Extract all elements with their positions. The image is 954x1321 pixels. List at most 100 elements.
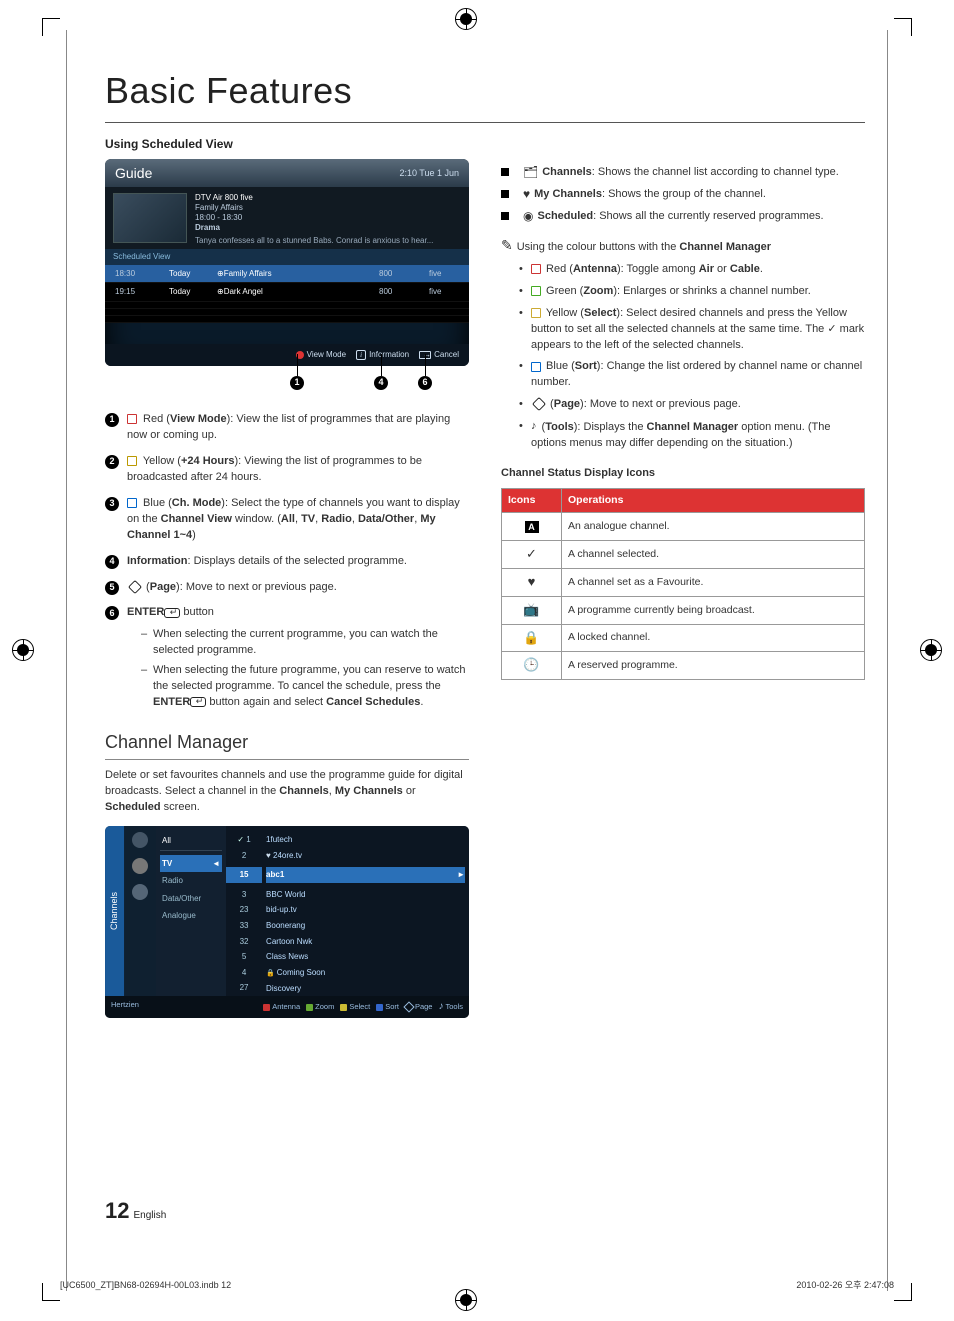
- cm-foot-sort[interactable]: Sort: [376, 1000, 399, 1015]
- cn-tools: ♪ (Tools): Displays the Channel Manager …: [501, 419, 865, 452]
- cm-num: 2: [226, 848, 262, 864]
- cm-type-analogue[interactable]: Analogue: [160, 907, 222, 925]
- page-diamond-icon: [532, 397, 546, 411]
- foot-information[interactable]: iInformation: [356, 349, 409, 361]
- callout-1: 1: [290, 376, 304, 390]
- cm-type-all[interactable]: All: [160, 832, 222, 851]
- legend-item-2: 2 Yellow (+24 Hours): Viewing the list o…: [105, 454, 469, 486]
- cm-num-selected: 15: [226, 867, 262, 883]
- cm-name[interactable]: Coming Soon: [266, 965, 465, 981]
- info-icon: i: [356, 350, 366, 360]
- cm-type-radio[interactable]: Radio: [160, 872, 222, 890]
- cm-foot-zoom[interactable]: Zoom: [306, 1000, 334, 1015]
- th-operations: Operations: [562, 488, 865, 512]
- cm-icon-column: [124, 826, 156, 996]
- page-title: Basic Features: [105, 70, 865, 112]
- table-row: 📺A programme currently being broadcast.: [502, 596, 865, 624]
- cn-page: (Page): Move to next or previous page.: [501, 397, 865, 413]
- cm-foot-page[interactable]: Page: [405, 1000, 433, 1015]
- cn-red: Red (Antenna): Toggle among Air or Cable…: [501, 262, 865, 278]
- analogue-icon: A: [525, 521, 539, 533]
- cm-intro: Delete or set favourites channels and us…: [105, 768, 469, 816]
- red-square-icon: [127, 414, 137, 424]
- cm-foot-antenna[interactable]: Antenna: [263, 1000, 300, 1015]
- tv-icon: 📺: [502, 596, 562, 624]
- footer-left: [UC6500_ZT]BN68-02694H-00L03.indb 12: [60, 1280, 231, 1290]
- cm-name[interactable]: Class News: [266, 949, 465, 965]
- guide-row[interactable]: 18:30 Today ⊕Family Affairs 800 five: [105, 265, 469, 284]
- cm-rule: [105, 759, 469, 760]
- guide-desc: Tanya confesses all to a stunned Babs. C…: [195, 236, 433, 246]
- cm-foot-select[interactable]: Select: [340, 1000, 370, 1015]
- cm-name[interactable]: BBC World: [266, 887, 465, 903]
- cm-foot-tools[interactable]: ♪Tools: [438, 1000, 463, 1015]
- table-row: 🔒A locked channel.: [502, 624, 865, 652]
- guide-clock: 2:10 Tue 1 Jun: [399, 167, 459, 180]
- tools-icon: ♪: [531, 419, 537, 435]
- cm-foot-source: Hertzien: [111, 1000, 139, 1015]
- th-icons: Icons: [502, 488, 562, 512]
- guide-channel-line: DTV Air 800 five: [195, 193, 433, 203]
- note-line: ✎Using the colour buttons with the Chann…: [501, 235, 865, 256]
- cm-sched-icon[interactable]: [132, 884, 148, 900]
- guide-tab-label: Scheduled View: [105, 249, 469, 265]
- subheading: Using Scheduled View: [105, 137, 865, 151]
- footer-right: 2010-02-26 오후 2:47:08: [796, 1278, 894, 1291]
- page-number: 12English: [105, 1198, 166, 1224]
- cn-blue: Blue (Sort): Change the list ordered by …: [501, 359, 865, 391]
- cm-num: 1: [237, 832, 250, 848]
- table-row: ♥A channel set as a Favourite.: [502, 568, 865, 596]
- cm-name[interactable]: 1futech: [266, 832, 465, 848]
- foot-viewmode[interactable]: View Mode: [296, 349, 346, 361]
- enter-icon: [164, 608, 180, 618]
- legend-item-6: 6ENTER button When selecting the current…: [105, 605, 469, 711]
- guide-screenshot: Guide 2:10 Tue 1 Jun DTV Air 800 five Fa…: [105, 159, 469, 366]
- callout-4: 4: [374, 376, 388, 390]
- rb-scheduled: ◉Scheduled: Shows all the currently rese…: [501, 209, 865, 225]
- legend-item-4: 4Information: Displays details of the se…: [105, 554, 469, 570]
- cn-green: Green (Zoom): Enlarges or shrinks a chan…: [501, 284, 865, 300]
- enter-icon: [190, 697, 206, 707]
- guide-timeslot: 18:00 - 18:30: [195, 213, 433, 223]
- legend6-sub2: When selecting the future programme, you…: [141, 663, 469, 711]
- guide-title: Guide: [115, 163, 152, 183]
- icons-table: Icons Operations AAn analogue channel. ✓…: [501, 488, 865, 680]
- legend-item-1: 1 Red (View Mode): View the list of prog…: [105, 412, 469, 444]
- cn-yellow: Yellow (Select): Select desired channels…: [501, 306, 865, 354]
- cm-type-tv[interactable]: TV ◄: [160, 855, 222, 873]
- blue-square-icon: [127, 498, 137, 508]
- callout-row: 1 4 6: [105, 372, 469, 402]
- red-square-icon: [531, 264, 541, 274]
- cm-heart-icon[interactable]: [132, 858, 148, 874]
- cm-name[interactable]: Discovery: [266, 981, 465, 997]
- rb-channels: 🗂Channels: Shows the channel list accord…: [501, 165, 865, 181]
- cm-name[interactable]: Cartoon Nwk: [266, 934, 465, 950]
- guide-row[interactable]: 19:15 Today ⊕Dark Angel 800 five: [105, 283, 469, 302]
- scheduled-icon: ◉: [523, 210, 533, 222]
- legend6-sub1: When selecting the current programme, yo…: [141, 627, 469, 659]
- note-icon: ✎: [501, 237, 513, 253]
- cm-tab-channels[interactable]: Channels: [105, 826, 124, 996]
- callout-6: 6: [418, 376, 432, 390]
- legend-item-3: 3 Blue (Ch. Mode): Select the type of ch…: [105, 496, 469, 544]
- guide-row: [105, 316, 469, 323]
- guide-row: [105, 302, 469, 309]
- cm-name[interactable]: 24ore.tv: [266, 848, 465, 864]
- table-row: ✓A channel selected.: [502, 541, 865, 569]
- cm-name-selected[interactable]: abc1 ►: [266, 867, 465, 883]
- print-footer: [UC6500_ZT]BN68-02694H-00L03.indb 12 201…: [60, 1278, 894, 1291]
- guide-thumbnail: [113, 193, 187, 243]
- page-diamond-icon: [128, 580, 142, 594]
- title-rule: [105, 122, 865, 123]
- channel-manager-title: Channel Manager: [105, 729, 469, 755]
- yellow-square-icon: [127, 456, 137, 466]
- blue-square-icon: [531, 362, 541, 372]
- colour-notes: Red (Antenna): Toggle among Air or Cable…: [501, 262, 865, 452]
- table-row: AAn analogue channel.: [502, 513, 865, 541]
- cm-channels-icon[interactable]: [132, 832, 148, 848]
- cm-name[interactable]: bid-up.tv: [266, 902, 465, 918]
- cm-type-data[interactable]: Data/Other: [160, 890, 222, 908]
- heart-icon: ♥: [502, 568, 562, 596]
- cm-name[interactable]: Boonerang: [266, 918, 465, 934]
- yellow-square-icon: [531, 308, 541, 318]
